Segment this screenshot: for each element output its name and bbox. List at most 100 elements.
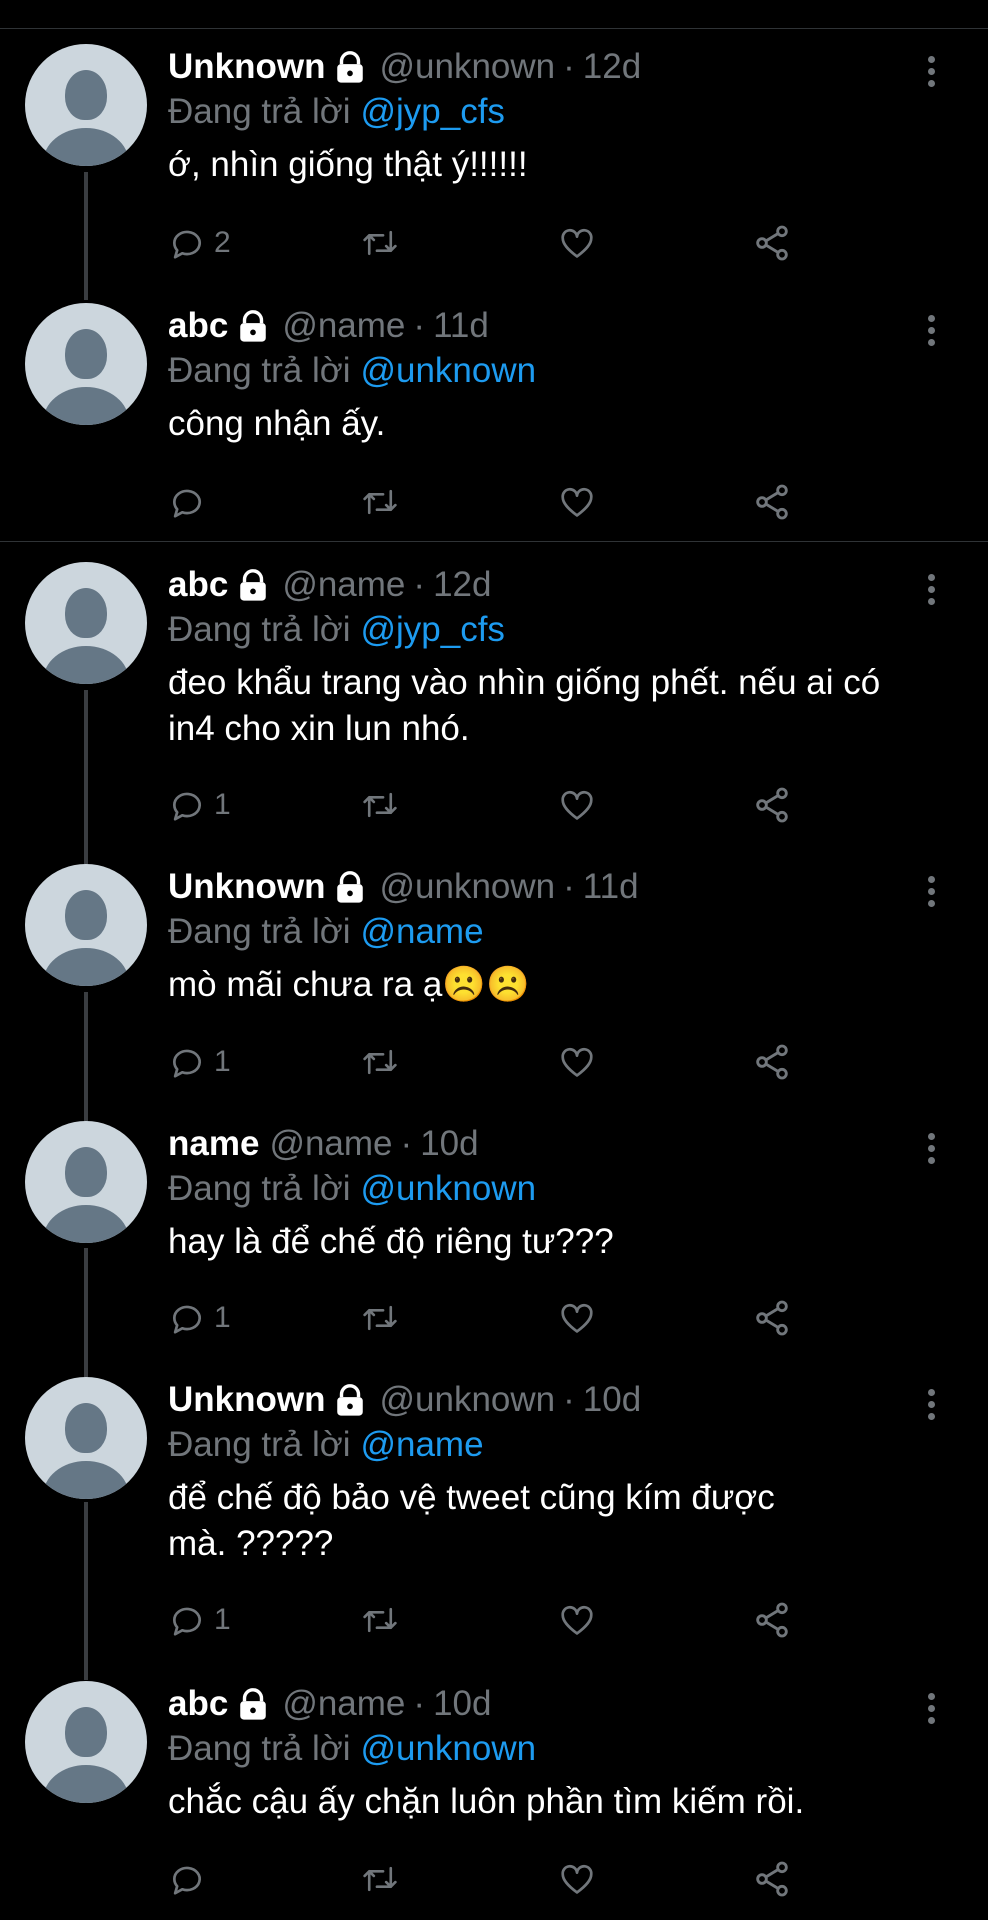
thread-divider <box>0 541 988 542</box>
share-button[interactable] <box>752 783 792 827</box>
timestamp[interactable]: 12d <box>433 565 491 605</box>
display-name[interactable]: Unknown <box>168 1380 325 1420</box>
display-name[interactable]: Unknown <box>168 867 325 907</box>
reply-count: 1 <box>214 1045 231 1078</box>
reply-mention[interactable]: @jyp_cfs <box>360 610 504 650</box>
tweet-text: hay là để chế độ riêng tư??? <box>168 1219 948 1265</box>
display-name[interactable]: abc <box>168 1684 228 1724</box>
like-button[interactable] <box>558 221 596 265</box>
like-icon <box>561 1864 593 1894</box>
avatar[interactable] <box>25 1121 147 1243</box>
user-handle[interactable]: @unknown <box>379 867 555 907</box>
more-icon[interactable] <box>928 315 936 349</box>
share-button[interactable] <box>752 480 792 524</box>
reply-mention[interactable]: @unknown <box>360 351 536 391</box>
reply-mention[interactable]: @jyp_cfs <box>360 92 504 132</box>
avatar[interactable] <box>25 303 147 425</box>
retweet-button[interactable] <box>360 1857 400 1901</box>
timestamp[interactable]: 10d <box>420 1124 478 1164</box>
separator-dot: · <box>413 565 426 604</box>
user-handle[interactable]: @unknown <box>379 47 555 87</box>
action-bar: 1 <box>168 1598 808 1642</box>
reply-button[interactable] <box>168 1857 214 1901</box>
retweet-button[interactable] <box>360 1040 400 1084</box>
share-button[interactable] <box>752 1857 792 1901</box>
action-bar: 2 <box>168 221 808 265</box>
separator-dot: · <box>413 1684 426 1723</box>
avatar[interactable] <box>25 44 147 166</box>
avatar[interactable] <box>25 1681 147 1803</box>
tweet-text: đeo khẩu trang vào nhìn giống phết. nếu … <box>168 660 948 752</box>
like-button[interactable] <box>558 783 596 827</box>
share-button[interactable] <box>752 1040 792 1084</box>
more-icon[interactable] <box>928 56 936 90</box>
tweet-text: công nhận ấy. <box>168 401 948 447</box>
user-handle[interactable]: @name <box>282 565 405 605</box>
reply-prefix: Đang trả lời <box>168 610 351 649</box>
reply-button[interactable]: 1 <box>168 1040 231 1084</box>
separator-dot: · <box>563 867 575 906</box>
timestamp[interactable]: 10d <box>433 1684 491 1724</box>
share-button[interactable] <box>752 1296 792 1340</box>
tweet-text: ớ, nhìn giống thật ý!!!!!! <box>168 142 948 188</box>
more-icon[interactable] <box>928 574 936 608</box>
like-button[interactable] <box>558 1598 596 1642</box>
like-icon <box>561 487 593 517</box>
reply-button[interactable]: 1 <box>168 783 231 827</box>
share-icon <box>756 1602 788 1638</box>
user-handle[interactable]: @name <box>282 306 405 346</box>
more-icon[interactable] <box>928 876 936 910</box>
reply-prefix: Đang trả lời <box>168 351 351 390</box>
avatar[interactable] <box>25 1377 147 1499</box>
separator-dot: · <box>400 1124 413 1163</box>
tweet-text-line: in4 cho xin lun nhó. <box>168 709 470 748</box>
retweet-button[interactable] <box>360 1296 400 1340</box>
share-button[interactable] <box>752 1598 792 1642</box>
avatar[interactable] <box>25 562 147 684</box>
user-handle[interactable]: @name <box>269 1124 392 1164</box>
user-handle[interactable]: @name <box>282 1684 405 1724</box>
more-icon[interactable] <box>928 1133 936 1167</box>
display-name[interactable]: Unknown <box>168 47 325 87</box>
like-button[interactable] <box>558 480 596 524</box>
display-name[interactable]: name <box>168 1124 259 1164</box>
reply-button[interactable] <box>168 480 214 524</box>
reply-icon <box>172 230 201 259</box>
thread-connector <box>84 690 88 868</box>
like-button[interactable] <box>558 1857 596 1901</box>
retweet-button[interactable] <box>360 480 400 524</box>
user-handle[interactable]: @unknown <box>379 1380 555 1420</box>
reply-mention[interactable]: @unknown <box>360 1169 536 1209</box>
retweet-button[interactable] <box>360 221 400 265</box>
tweet-text-line: mà. ????? <box>168 1524 334 1563</box>
reply-mention[interactable]: @unknown <box>360 1729 536 1769</box>
display-name[interactable]: abc <box>168 306 228 346</box>
tweet-text-line: đeo khẩu trang vào nhìn giống phết. nếu … <box>168 663 881 702</box>
reply-mention[interactable]: @name <box>360 1425 483 1465</box>
tweet-text-line: ớ, nhìn giống thật ý!!!!!! <box>168 145 528 184</box>
retweet-button[interactable] <box>360 783 400 827</box>
tweet-text: để chế độ bảo vệ tweet cũng kím được mà.… <box>168 1475 948 1567</box>
retweet-button[interactable] <box>360 1598 400 1642</box>
timestamp[interactable]: 12d <box>583 47 641 87</box>
timestamp[interactable]: 11d <box>583 867 639 907</box>
reply-mention[interactable]: @name <box>360 912 483 952</box>
tweet-text-line: chắc cậu ấy chặn luôn phần tìm kiếm rồi. <box>168 1782 805 1821</box>
reply-icon <box>172 1866 201 1895</box>
tweet-text-line: hay là để chế độ riêng tư??? <box>168 1222 614 1261</box>
reply-button[interactable]: 1 <box>168 1296 231 1340</box>
like-button[interactable] <box>558 1040 596 1084</box>
reply-button[interactable]: 2 <box>168 221 231 265</box>
more-icon[interactable] <box>928 1693 936 1727</box>
more-icon[interactable] <box>928 1389 936 1423</box>
reply-button[interactable]: 1 <box>168 1598 231 1642</box>
share-button[interactable] <box>752 221 792 265</box>
like-button[interactable] <box>558 1296 596 1340</box>
timestamp[interactable]: 11d <box>433 306 489 346</box>
timestamp[interactable]: 10d <box>583 1380 641 1420</box>
avatar[interactable] <box>25 864 147 986</box>
reply-icon <box>172 1305 201 1334</box>
share-icon <box>756 787 788 823</box>
thread-connector <box>84 992 88 1126</box>
display-name[interactable]: abc <box>168 565 228 605</box>
